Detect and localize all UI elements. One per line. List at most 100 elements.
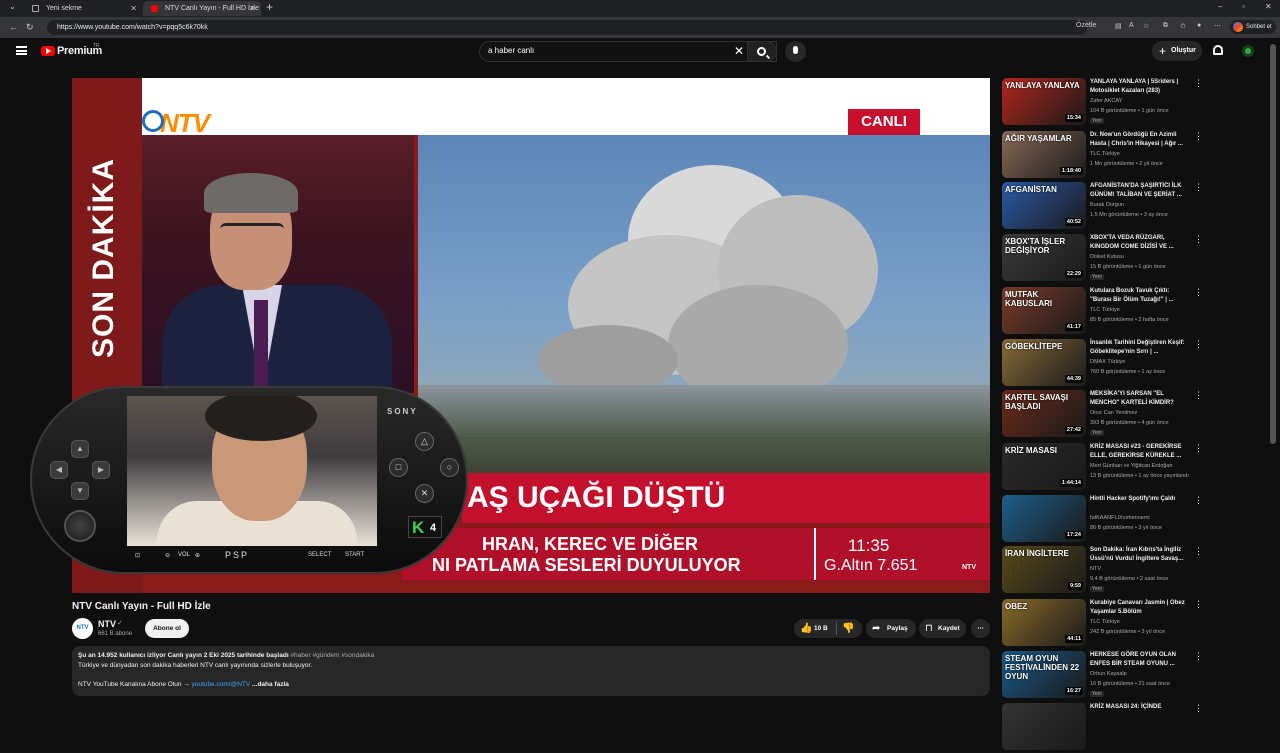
video-thumbnail[interactable]: 17:24 <box>1002 495 1086 542</box>
video-title[interactable]: Hintli Hacker Spotify'ımı Çaldı <box>1090 495 1190 504</box>
favorites-icon[interactable]: ✩ <box>1180 22 1186 30</box>
video-thumbnail[interactable]: İRAN İNGİLTERE 9:59 <box>1002 546 1086 593</box>
video-thumbnail[interactable]: MUTFAK KABUSLARI 41:17 <box>1002 287 1086 334</box>
close-tab-icon[interactable]: ✕ <box>130 1 137 16</box>
search-input[interactable]: a haber canlı ✕ <box>479 41 777 62</box>
create-button[interactable]: + Oluştur <box>1152 41 1202 61</box>
list-item[interactable]: XBOX'TA İŞLER DEĞİŞİYOR 22:29 XBOX'TA VEDA… <box>1002 234 1270 284</box>
more-options-icon[interactable]: ⋮ <box>1194 390 1203 401</box>
video-thumbnail[interactable]: XBOX'TA İŞLER DEĞİŞİYOR 22:29 <box>1002 234 1086 281</box>
minimize-icon[interactable]: – <box>1218 2 1222 11</box>
list-item[interactable]: MUTFAK KABUSLARI 41:17 Kutulara Bozuk Tavu… <box>1002 287 1270 337</box>
video-title[interactable]: Dr. Now'un Gördüğü En Azimli Hasta | Chr… <box>1090 131 1190 149</box>
video-title[interactable]: KRİZ MASASI 24: İÇİNDE <box>1090 703 1190 712</box>
subscribe-button[interactable]: Abone ol <box>145 619 189 638</box>
video-title[interactable]: AFGANİSTAN'DA ŞAŞIRTICI İLK GÜNÜM! TALİB… <box>1090 182 1190 200</box>
channel-name[interactable]: NTV <box>1090 566 1101 572</box>
search-button[interactable] <box>747 41 777 62</box>
video-thumbnail[interactable]: OBEZ 44:11 <box>1002 599 1086 646</box>
channel-name[interactable]: Burak Dorgun <box>1090 202 1124 208</box>
more-options-icon[interactable]: ⋮ <box>1194 78 1203 89</box>
video-thumbnail[interactable] <box>1002 703 1086 750</box>
like-button[interactable]: 👍 10 B 👎 <box>794 619 862 638</box>
close-window-icon[interactable]: ✕ <box>1265 2 1272 11</box>
more-options-icon[interactable]: ⋮ <box>1194 651 1203 662</box>
more-options-icon[interactable]: ⋮ <box>1194 234 1203 245</box>
video-title[interactable]: Kutulara Bozuk Tavuk Çıktı: "Burası Bir … <box>1090 287 1190 305</box>
list-item[interactable]: İRAN İNGİLTERE 9:59 Son Dakika: İran Kıbrı… <box>1002 546 1270 596</box>
reload-icon[interactable]: ↻ <box>26 22 34 33</box>
voice-search-icon[interactable] <box>785 41 806 62</box>
more-options-icon[interactable]: ⋮ <box>1194 495 1203 506</box>
desc-tags[interactable]: #haber #gündem #sondakika <box>290 652 374 659</box>
list-item[interactable]: STEAM OYUN FESTİVALİNDEN 22 OYUN 16:27 HER… <box>1002 651 1270 701</box>
video-thumbnail[interactable]: KRİZ MASASI 1:44:14 <box>1002 443 1086 490</box>
more-options-icon[interactable]: ⋮ <box>1194 546 1203 557</box>
back-icon[interactable]: ← <box>9 22 18 32</box>
video-title[interactable]: Kurabiye Canavarı Jasmin | Obez Yaşamlar… <box>1090 599 1190 617</box>
more-options-icon[interactable]: ⋮ <box>1194 339 1203 350</box>
channel-name[interactable]: TLC Türkiye <box>1090 307 1120 313</box>
tab-search-icon[interactable]: ⌄ <box>9 2 16 11</box>
avatar[interactable] <box>1242 45 1254 57</box>
video-thumbnail[interactable]: GÖBEKLİTEPE 44:39 <box>1002 339 1086 386</box>
url-field[interactable]: https://www.youtube.com/watch?v=pqq5c6k7… <box>47 20 1087 35</box>
video-title[interactable]: YANLAYA YANLAYA | 5Sriders | Motosiklet … <box>1090 78 1190 96</box>
list-item[interactable]: GÖBEKLİTEPE 44:39 İnsanlık Tarihini Değişt… <box>1002 339 1270 389</box>
channel-name[interactable]: Zafer AKCAY <box>1090 98 1122 104</box>
notifications-bell-icon[interactable] <box>1213 45 1223 55</box>
channel-avatar[interactable]: NTV <box>72 618 93 639</box>
menu-icon[interactable] <box>16 46 27 55</box>
video-title[interactable]: Son Dakika: İran Kıbrıs'ta İngiliz Üssü'… <box>1090 546 1190 564</box>
share-button[interactable]: ➦ Paylaş <box>866 619 916 638</box>
thumbs-down-icon[interactable]: 👎 <box>842 619 854 638</box>
desc-link[interactable]: youtube.com/@NTV <box>192 681 251 688</box>
more-options-icon[interactable]: ⋮ <box>1194 131 1203 142</box>
new-tab-icon[interactable]: + <box>266 0 273 14</box>
list-item[interactable]: YANLAYA YANLAYA 15:34 YANLAYA YANLAYA | 5S… <box>1002 78 1270 128</box>
video-title[interactable]: MEKSİKA'YI SARSAN "EL MENCHO" KARTELİ Kİ… <box>1090 390 1190 408</box>
tab-new[interactable]: Yeni sekme ✕ <box>24 1 142 16</box>
tab-youtube[interactable]: NTV Canlı Yayın - Full HD İzle ✕ <box>143 1 261 16</box>
video-title[interactable]: HERKESE GÖRE OYUN OLAN ENFES BİR STEAM O… <box>1090 651 1190 669</box>
channel-name[interactable]: hdKAANFLIXcehennemi <box>1090 515 1150 521</box>
video-thumbnail[interactable]: KARTEL SAVAŞI BAŞLADI 27:42 <box>1002 390 1086 437</box>
save-button[interactable]: ⊓ Kaydet <box>919 619 966 638</box>
more-options-icon[interactable]: ⋮ <box>1194 703 1203 714</box>
video-title[interactable]: İnsanlık Tarihini Değiştiren Keşif: Göbe… <box>1090 339 1190 357</box>
channel-name[interactable]: TLC Türkiye <box>1090 619 1120 625</box>
star-icon[interactable]: ☆ <box>1143 22 1149 30</box>
list-item[interactable]: 17:24 Hintli Hacker Spotify'ımı Çaldı hdKA… <box>1002 495 1270 545</box>
more-options-icon[interactable]: ⋮ <box>1194 287 1203 298</box>
clear-search-icon[interactable]: ✕ <box>734 44 744 58</box>
close-tab-icon[interactable]: ✕ <box>249 1 256 16</box>
profile-icon[interactable]: ● <box>1197 22 1201 29</box>
video-title[interactable]: KRİZ MASASI #23 - GEREKİRSE ELLE, GEREKİ… <box>1090 443 1190 461</box>
list-item[interactable]: OBEZ 44:11 Kurabiye Canavarı Jasmin | Obez… <box>1002 599 1270 649</box>
channel-name[interactable]: Disket Kutusu <box>1090 254 1124 260</box>
show-more[interactable]: ...daha fazla <box>252 681 289 688</box>
extensions-icon[interactable]: ⧉ <box>1163 22 1168 30</box>
video-thumbnail[interactable]: YANLAYA YANLAYA 15:34 <box>1002 78 1086 125</box>
maximize-icon[interactable]: ▫ <box>1242 2 1245 11</box>
scrollbar[interactable] <box>1270 44 1276 444</box>
video-thumbnail[interactable]: AFGANİSTAN 40:52 <box>1002 182 1086 229</box>
channel-name[interactable]: Mert Günhan ve Yiğitcan Erdoğan <box>1090 463 1173 469</box>
list-item[interactable]: KRİZ MASASI 1:44:14 KRİZ MASASI #23 - GERE… <box>1002 443 1270 493</box>
channel-name[interactable]: NTV <box>98 619 116 629</box>
video-title[interactable]: XBOX'TA VEDA RÜZGARI, KINGDOM COME DİZİS… <box>1090 234 1190 252</box>
chat-button[interactable]: Sohbet et <box>1230 20 1276 34</box>
youtube-logo-icon[interactable] <box>41 46 55 56</box>
more-options-icon[interactable]: ⋮ <box>1194 443 1203 454</box>
list-item[interactable]: AĞIR YAŞAMLAR 1:18:40 Dr. Now'un Gördüğü E… <box>1002 131 1270 181</box>
list-item[interactable]: AFGANİSTAN 40:52 AFGANİSTAN'DA ŞAŞIRTICI İ… <box>1002 182 1270 232</box>
channel-name[interactable]: DMAX Türkiye <box>1090 359 1125 365</box>
menu-dots-icon[interactable]: ⋯ <box>1214 22 1221 30</box>
reader-icon[interactable]: ▤ <box>1115 22 1122 30</box>
summarize-button[interactable]: Özetle <box>1076 22 1096 29</box>
more-options-icon[interactable]: ⋮ <box>1194 599 1203 610</box>
more-actions-button[interactable]: ⋯ <box>971 619 990 638</box>
channel-name[interactable]: TLC Türkiye <box>1090 151 1120 157</box>
channel-name[interactable]: Orhun Kayaalp <box>1090 671 1127 677</box>
channel-name[interactable]: Onur Can Yenilmez <box>1090 410 1137 416</box>
